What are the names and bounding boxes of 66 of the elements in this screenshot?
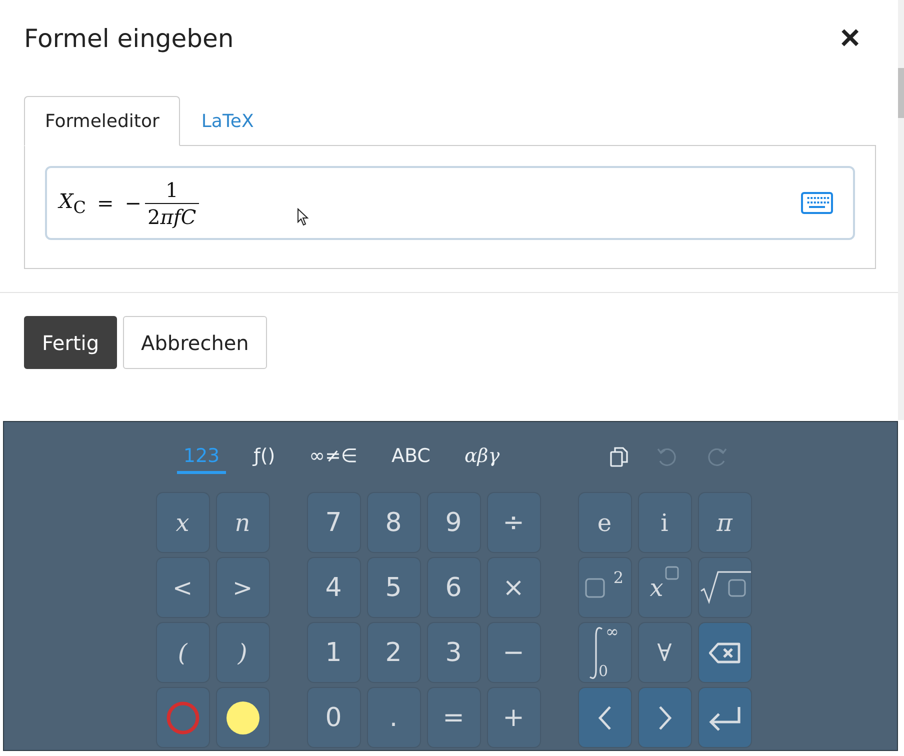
key[interactable]: ( — [156, 622, 210, 683]
keyboard-tab[interactable]: ABC — [385, 440, 436, 474]
ring-icon — [166, 700, 200, 734]
copy-icon[interactable] — [610, 447, 628, 467]
key[interactable]: ÷ — [486, 492, 540, 553]
key[interactable]: 4 — [306, 557, 360, 618]
scrollbar[interactable] — [898, 0, 904, 420]
enter-key[interactable] — [698, 687, 752, 748]
left-key[interactable] — [578, 687, 632, 748]
tab[interactable]: Formeleditor — [24, 96, 180, 146]
key[interactable]: i — [638, 492, 692, 553]
keyboard-tab[interactable]: αβγ — [458, 440, 506, 474]
exponent: 2 — [613, 568, 624, 587]
placeholder-square-icon — [585, 578, 606, 598]
key[interactable]: × — [486, 557, 540, 618]
key[interactable]: 5 — [366, 557, 420, 618]
key[interactable]: 6 — [426, 557, 480, 618]
tab[interactable]: LaTeX — [180, 96, 275, 146]
power-key[interactable]: x — [638, 557, 692, 618]
key[interactable]: 2 — [366, 622, 420, 683]
formula-field[interactable]: X$_{C}$ = − 1 2πfC — [45, 166, 855, 240]
formula-symbol: − — [124, 191, 143, 215]
lower-limit: 0 — [598, 662, 608, 680]
integral-key[interactable]: ∞ 0 — [578, 622, 632, 683]
key[interactable]: x — [156, 492, 210, 553]
key[interactable]: = — [426, 687, 480, 748]
key[interactable]: + — [486, 687, 540, 748]
keyboard-icon[interactable] — [801, 192, 833, 214]
key[interactable]: 3 — [426, 622, 480, 683]
enter-icon — [708, 704, 740, 730]
key[interactable]: ∀ — [638, 622, 692, 683]
dot-key[interactable] — [216, 687, 270, 748]
key[interactable]: ) — [216, 622, 270, 683]
key[interactable]: 8 — [366, 492, 420, 553]
keyboard-tab[interactable]: ƒ() — [248, 440, 282, 474]
root-key[interactable] — [698, 557, 752, 618]
upper-limit: ∞ — [606, 622, 619, 640]
denominator: 2πfC — [146, 204, 198, 230]
key[interactable]: e — [578, 492, 632, 553]
close-button[interactable]: × — [836, 23, 864, 53]
square-root-icon — [698, 570, 750, 604]
dialog-title: Formel eingeben — [24, 24, 234, 52]
mouse-pointer-icon — [297, 208, 309, 226]
placeholder-square-icon — [665, 566, 680, 580]
backspace-key[interactable] — [698, 622, 752, 683]
key[interactable]: 7 — [306, 492, 360, 553]
key[interactable]: < — [156, 557, 210, 618]
formula-symbol: X$_{C}$ — [56, 189, 87, 217]
key[interactable]: 0 — [306, 687, 360, 748]
base-symbol: x — [650, 574, 664, 602]
done-button[interactable]: Fertig — [24, 316, 118, 369]
key[interactable]: . — [366, 687, 420, 748]
right-key[interactable] — [638, 687, 692, 748]
key[interactable]: n — [216, 492, 270, 553]
keyboard-tab[interactable]: ∞≠∈ — [303, 440, 364, 474]
dot-icon — [226, 700, 260, 734]
formula-symbol: = — [96, 191, 115, 215]
key[interactable]: 1 — [306, 622, 360, 683]
square-key[interactable]: 2 — [578, 557, 632, 618]
cancel-button[interactable]: Abbrechen — [123, 316, 267, 369]
key[interactable]: − — [486, 622, 540, 683]
numerator: 1 — [144, 176, 200, 204]
key[interactable]: 9 — [426, 492, 480, 553]
backspace-icon — [708, 642, 740, 664]
key[interactable]: > — [216, 557, 270, 618]
key[interactable]: π — [698, 492, 752, 553]
